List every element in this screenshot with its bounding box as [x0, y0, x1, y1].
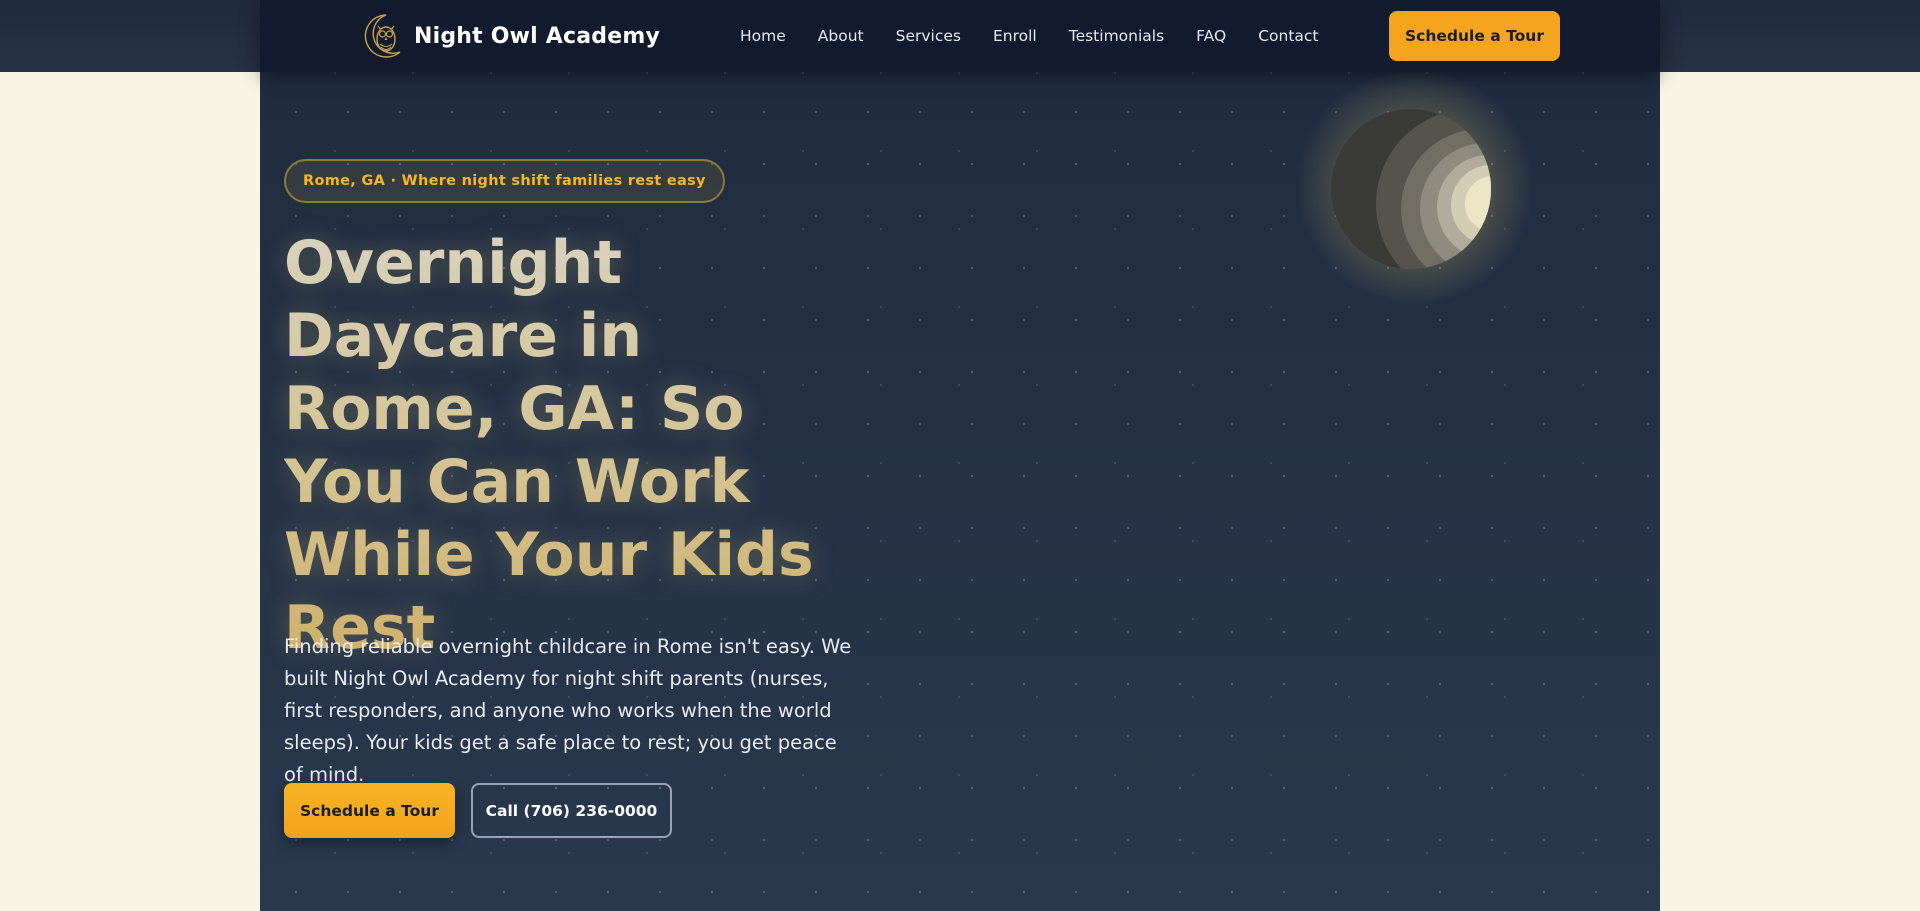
nav-schedule-tour-button[interactable]: Schedule a Tour [1389, 11, 1560, 61]
brand[interactable]: Night Owl Academy [360, 12, 660, 60]
owl-moon-icon [364, 14, 401, 58]
hero-call-button[interactable]: Call (706) 236-0000 [471, 783, 672, 838]
brand-name: Night Owl Academy [414, 23, 661, 49]
nav-item-services[interactable]: Services [896, 27, 961, 45]
nav-item-faq[interactable]: FAQ [1196, 27, 1226, 45]
nav-item-enroll[interactable]: Enroll [993, 27, 1037, 45]
location-badge: Rome, GA · Where night shift families re… [284, 159, 725, 203]
main-navigation: Night Owl Academy Home About Services En… [260, 0, 1660, 72]
hero-description: Finding reliable overnight childcare in … [284, 635, 852, 786]
moon-icon [1331, 109, 1491, 269]
nav-item-contact[interactable]: Contact [1258, 27, 1318, 45]
nav-item-about[interactable]: About [818, 27, 864, 45]
hero-section: Rome, GA · Where night shift families re… [260, 72, 1660, 911]
hero-headline: Overnight Daycare in Rome, GA: So You Ca… [284, 227, 844, 665]
nav-item-testimonials[interactable]: Testimonials [1069, 27, 1164, 45]
nav-item-home[interactable]: Home [740, 27, 786, 45]
hero-schedule-tour-button[interactable]: Schedule a Tour [284, 783, 455, 838]
nav-menu: Home About Services Enroll Testimonials … [740, 0, 1319, 72]
